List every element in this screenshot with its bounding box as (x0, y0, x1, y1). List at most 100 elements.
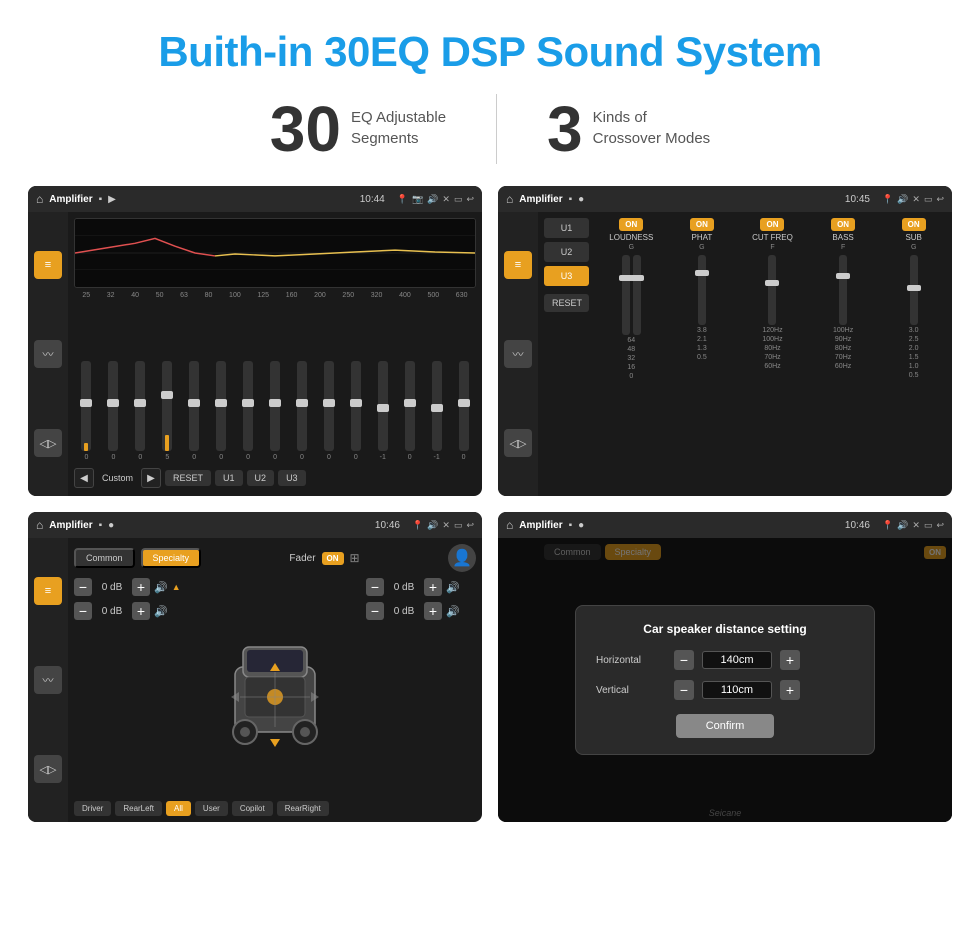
fader-sidebar-wave[interactable]: 〰 (34, 666, 62, 694)
eq-slider-14[interactable]: -1 (424, 361, 449, 461)
eq-sliders: 0 0 0 5 (74, 302, 476, 461)
cw-loudness-slider1[interactable] (622, 255, 630, 335)
eq-slider-7[interactable]: 0 (236, 361, 261, 461)
eq-u2-btn[interactable]: U2 (247, 470, 275, 486)
horizontal-label: Horizontal (596, 655, 666, 666)
home-icon[interactable]: ⌂ (36, 192, 43, 206)
cw-sidebar-eq[interactable]: ≡ (504, 251, 532, 279)
fader-fr-plus[interactable]: + (424, 578, 442, 596)
eq-slider-12[interactable]: -1 (370, 361, 395, 461)
fader-topbar: ⌂ Amplifier ▪ ● 10:46 📍 🔊 ✕ ▭ ↩ (28, 512, 482, 538)
cw-band-loudness: ON LOUDNESS G 64 (599, 218, 664, 380)
cw-phat-toggle[interactable]: ON (690, 218, 714, 231)
rear-left-btn[interactable]: RearLeft (115, 801, 162, 816)
cw-home-icon[interactable]: ⌂ (506, 192, 513, 206)
vertical-minus[interactable]: − (674, 680, 694, 700)
cw-sidebar-vol[interactable]: ◁▷ (504, 429, 532, 457)
close-icon[interactable]: ✕ (442, 194, 450, 205)
eq-u1-btn[interactable]: U1 (215, 470, 243, 486)
eq-slider-3[interactable]: 0 (128, 361, 153, 461)
cw-cutfreq-slider[interactable] (768, 255, 776, 325)
fader-rr-value: 0 dB (388, 606, 420, 617)
eq-slider-10[interactable]: 0 (316, 361, 341, 461)
eq-main: 2532 4050 6380 100125 160200 250320 4005… (68, 212, 482, 496)
dialog-confirm-row: Confirm (596, 714, 854, 738)
eq-next-btn[interactable]: ▶ (141, 468, 161, 488)
fader-common-tab[interactable]: Common (74, 548, 135, 568)
eq-prev-btn[interactable]: ◀ (74, 468, 94, 488)
cw-close-icon[interactable]: ✕ (912, 194, 920, 205)
all-btn[interactable]: All (166, 801, 191, 816)
fader-fl-plus[interactable]: + (132, 578, 150, 596)
eq-sidebar-wave[interactable]: 〰 (34, 340, 62, 368)
fader-close-icon[interactable]: ✕ (442, 520, 450, 531)
rear-right-btn[interactable]: RearRight (277, 801, 329, 816)
eq-slider-1[interactable]: 0 (74, 361, 99, 461)
eq-sidebar-vol[interactable]: ◁▷ (34, 429, 62, 457)
eq-play-icon[interactable]: ▶ (108, 194, 116, 205)
dialog-close-icon[interactable]: ✕ (912, 520, 920, 531)
cw-bass-slider[interactable] (839, 255, 847, 325)
dialog-back-icon[interactable]: ↩ (936, 520, 944, 531)
driver-btn[interactable]: Driver (74, 801, 111, 816)
fader-sidebar: ≡ 〰 ◁▷ (28, 538, 68, 822)
fader-rr-minus[interactable]: − (366, 602, 384, 620)
horizontal-plus[interactable]: + (780, 650, 800, 670)
fader-front-left-row: − 0 dB + 🔊 ▲ (74, 578, 184, 596)
fader-volume-icon: 🔊 (427, 520, 438, 531)
cw-loudness-toggle[interactable]: ON (619, 218, 643, 231)
crossover-sidebar: ≡ 〰 ◁▷ (498, 212, 538, 496)
cw-reset-btn[interactable]: RESET (544, 294, 589, 312)
cw-phat-slider[interactable] (698, 255, 706, 325)
fader-back-icon[interactable]: ↩ (466, 520, 474, 531)
eq-slider-5[interactable]: 0 (182, 361, 207, 461)
cw-u3-btn[interactable]: U3 (544, 266, 589, 286)
cw-bands: ON LOUDNESS G 64 (599, 218, 946, 380)
user-btn[interactable]: User (195, 801, 228, 816)
fader-rl-minus[interactable]: − (74, 602, 92, 620)
confirm-button[interactable]: Confirm (676, 714, 775, 738)
cw-bass-toggle[interactable]: ON (831, 218, 855, 231)
dialog-home-icon[interactable]: ⌂ (506, 518, 513, 532)
cw-u1-btn[interactable]: U1 (544, 218, 589, 238)
cw-cutfreq-toggle[interactable]: ON (760, 218, 784, 231)
cw-band-phat: ON PHAT G 3.8 2.1 1.3 0.5 (670, 218, 735, 380)
cw-sub-toggle[interactable]: ON (902, 218, 926, 231)
cw-loudness-slider2[interactable] (633, 255, 641, 335)
eq-sidebar-eq[interactable]: ≡ (34, 251, 62, 279)
eq-slider-8[interactable]: 0 (263, 361, 288, 461)
fader-rr-plus[interactable]: + (424, 602, 442, 620)
eq-slider-6[interactable]: 0 (209, 361, 234, 461)
fader-rl-plus[interactable]: + (132, 602, 150, 620)
eq-slider-11[interactable]: 0 (343, 361, 368, 461)
cw-u2-btn[interactable]: U2 (544, 242, 589, 262)
fader-home-icon[interactable]: ⌂ (36, 518, 43, 532)
eq-u3-btn[interactable]: U3 (278, 470, 306, 486)
fader-sidebar-vol[interactable]: ◁▷ (34, 755, 62, 783)
cw-time: 10:45 (845, 194, 870, 205)
fader-profile-icon: 👤 (448, 544, 476, 572)
eq-reset-btn[interactable]: RESET (165, 470, 211, 486)
eq-slider-13[interactable]: 0 (397, 361, 422, 461)
fader-on-badge[interactable]: ON (322, 552, 344, 565)
fader-specialty-tab[interactable]: Specialty (141, 548, 202, 568)
eq-slider-9[interactable]: 0 (290, 361, 315, 461)
fader-fr-minus[interactable]: − (366, 578, 384, 596)
cw-title: Amplifier (519, 194, 562, 205)
cw-sidebar-wave[interactable]: 〰 (504, 340, 532, 368)
fader-time: 10:46 (375, 520, 400, 531)
fader-fl-minus[interactable]: − (74, 578, 92, 596)
eq-slider-15[interactable]: 0 (451, 361, 476, 461)
horizontal-minus[interactable]: − (674, 650, 694, 670)
copilot-btn[interactable]: Copilot (232, 801, 273, 816)
eq-slider-2[interactable]: 0 (101, 361, 126, 461)
cw-back-icon[interactable]: ↩ (936, 194, 944, 205)
eq-slider-4[interactable]: 5 (155, 361, 180, 461)
fader-label: Fader (289, 553, 315, 564)
eq-sidebar: ≡ 〰 ◁▷ (28, 212, 68, 496)
vertical-plus[interactable]: + (780, 680, 800, 700)
back-icon[interactable]: ↩ (466, 194, 474, 205)
cw-sub-slider[interactable] (910, 255, 918, 325)
fader-sidebar-eq[interactable]: ≡ (34, 577, 62, 605)
crossover-main: U1 U2 U3 RESET ON LOUDNESS G (538, 212, 952, 496)
